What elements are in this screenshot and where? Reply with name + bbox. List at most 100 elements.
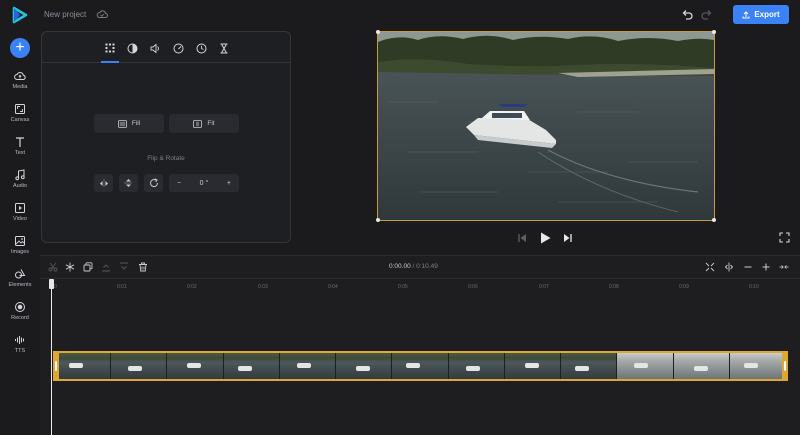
export-button[interactable]: Export [733, 5, 789, 24]
top-bar: New project Export [0, 0, 800, 30]
clip-trim-handle-right[interactable] [782, 351, 788, 381]
plus-icon[interactable]: + [227, 180, 231, 187]
rotate-button[interactable] [144, 174, 163, 192]
expand-icon[interactable] [779, 262, 789, 272]
tab-volume[interactable] [148, 41, 162, 55]
video-icon [15, 203, 25, 213]
undo-icon[interactable] [680, 8, 694, 22]
tab-timing[interactable] [217, 41, 231, 55]
skip-forward-icon[interactable] [563, 233, 573, 243]
plus-icon: + [15, 39, 25, 56]
skip-back-icon[interactable] [517, 233, 527, 243]
playhead-handle[interactable] [49, 279, 54, 289]
sidebar-item-record[interactable]: Record [0, 301, 40, 331]
sidebar-item-label: Audio [12, 183, 28, 189]
flip-horizontal-icon [99, 179, 108, 187]
fit-timeline-icon[interactable] [705, 262, 715, 272]
boat-thumbnail-mark [128, 366, 143, 371]
ruler-tick: 0:05 [398, 284, 408, 290]
timeline-toolbar: 0:00.00 / 0:10.49 [40, 256, 800, 278]
redo-icon[interactable] [700, 8, 714, 22]
sidebar-item-label: Images [10, 249, 30, 255]
resize-handle-bottom-left[interactable] [376, 218, 380, 222]
duplicate-icon[interactable] [83, 262, 93, 272]
zoom-out-icon[interactable] [743, 262, 753, 272]
clip-thumbnail [561, 353, 618, 379]
clip-trim-handle-left[interactable] [53, 351, 59, 381]
sidebar-item-label: Text [14, 150, 26, 156]
ruler-tick: 0:09 [679, 284, 689, 290]
image-icon [15, 236, 25, 246]
freeze-icon[interactable] [65, 262, 75, 272]
sidebar-item-video[interactable]: Video [0, 202, 40, 232]
play-icon[interactable] [540, 232, 551, 244]
resize-handle-top-left[interactable] [376, 30, 380, 34]
fullscreen-icon[interactable] [779, 232, 790, 243]
sidebar-item-audio[interactable]: Audio [0, 169, 40, 199]
tab-speed[interactable] [171, 41, 185, 55]
resize-handle-top-right[interactable] [712, 30, 716, 34]
sidebar-item-media[interactable]: Media [0, 70, 40, 100]
playhead[interactable] [51, 280, 52, 435]
clip-thumbnail [111, 353, 168, 379]
clip-thumbnail [729, 353, 786, 379]
time-ruler[interactable]: 0 0:01 0:02 0:03 0:04 0:05 0:06 0:07 0:0… [40, 278, 800, 292]
tab-crop[interactable] [103, 41, 117, 55]
sidebar-item-text[interactable]: Text [0, 136, 40, 166]
flip-vertical-button[interactable] [119, 174, 138, 192]
boat-thumbnail-mark [69, 363, 83, 368]
scissors-icon[interactable] [48, 262, 58, 272]
sidebar-item-label: Canvas [10, 117, 30, 123]
clip-thumbnail [617, 353, 674, 379]
boat-thumbnail-mark [237, 366, 252, 371]
clip-thumbnail [448, 353, 505, 379]
waveform-icon [15, 336, 24, 344]
trash-icon[interactable] [138, 262, 148, 272]
sidebar-item-label: Record [11, 315, 29, 321]
sidebar-item-canvas[interactable]: Canvas [0, 103, 40, 133]
boat-thumbnail-mark [693, 366, 708, 371]
split-view-icon[interactable] [724, 262, 734, 272]
video-clip[interactable] [53, 351, 788, 381]
minus-icon[interactable]: − [177, 180, 181, 187]
sidebar-item-label: TTS [14, 348, 26, 354]
contrast-icon [127, 43, 137, 53]
clock-icon [196, 43, 206, 53]
tab-adjust[interactable] [125, 41, 139, 55]
clip-thumbnail [336, 353, 393, 379]
sidebar-item-images[interactable]: Images [0, 235, 40, 265]
crop-grid-icon [105, 43, 115, 53]
active-tab-indicator [101, 61, 119, 63]
sidebar: + Media Canvas Text Audio Video Images E… [0, 30, 40, 435]
clip-thumbnail [55, 353, 112, 379]
project-title[interactable]: New project [44, 10, 86, 19]
fill-button[interactable]: Fill [94, 114, 164, 133]
ruler-tick: 0:02 [187, 284, 197, 290]
sidebar-item-tts[interactable]: TTS [0, 334, 40, 364]
move-down-icon[interactable] [119, 262, 129, 272]
fill-icon [117, 119, 127, 128]
playback-controls [517, 231, 577, 245]
rotation-stepper[interactable]: − 0 ° + [169, 174, 239, 192]
move-up-icon[interactable] [101, 262, 111, 272]
record-icon [15, 302, 25, 312]
tab-duration[interactable] [194, 41, 208, 55]
timeline: 0:00.00 / 0:10.49 0 0:01 0:02 0:03 0:04 … [40, 255, 800, 435]
video-frame-image [378, 32, 714, 220]
clip-thumbnail [392, 353, 449, 379]
rotation-value[interactable]: 0 ° [200, 180, 209, 187]
sidebar-item-elements[interactable]: Elements [0, 268, 40, 298]
clip-thumbnail [673, 353, 730, 379]
ruler-tick: 0:01 [117, 284, 127, 290]
boat-thumbnail-mark [296, 363, 311, 368]
total-time: 0:10.49 [416, 263, 438, 270]
zoom-in-icon[interactable] [761, 262, 771, 272]
flip-horizontal-button[interactable] [94, 174, 113, 192]
properties-panel: Fill Fit Flip & Rotate − 0 ° + [41, 31, 291, 243]
fit-button[interactable]: Fit [169, 114, 239, 133]
video-preview[interactable] [377, 31, 715, 221]
resize-handle-bottom-right[interactable] [712, 218, 716, 222]
add-media-button[interactable]: + [10, 38, 30, 58]
export-label: Export [754, 10, 780, 19]
shapes-icon [15, 269, 26, 279]
